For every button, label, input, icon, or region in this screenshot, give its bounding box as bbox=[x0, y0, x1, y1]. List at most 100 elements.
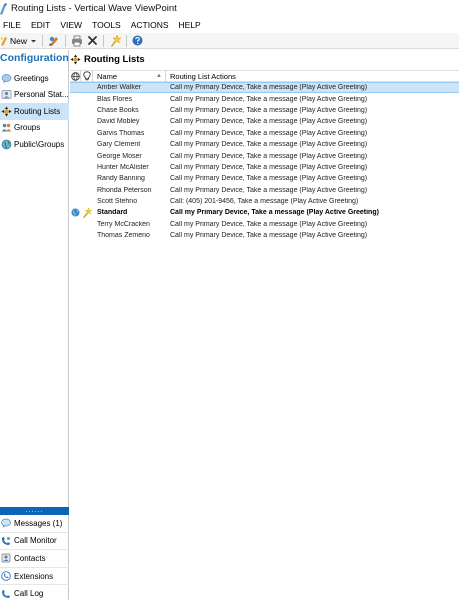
routing-list-name: Scott Stehno bbox=[97, 198, 138, 206]
routing-list-name: Gary Clement bbox=[97, 141, 141, 149]
nav-item-extensions[interactable]: Extensions bbox=[0, 568, 69, 586]
nav-item-call-monitor[interactable]: Call Monitor bbox=[0, 533, 69, 551]
routing-list-actions: Call my Primary Device, Take a message (… bbox=[170, 186, 368, 194]
toolbar: New bbox=[0, 33, 459, 49]
nav-item-label: Greetings bbox=[14, 73, 49, 83]
table-row[interactable]: Randy Banning Call my Primary Device, Tak… bbox=[70, 173, 459, 184]
nav-item-groups[interactable]: Groups bbox=[0, 120, 69, 137]
configuration-title: Configuration bbox=[0, 52, 69, 64]
personal-status-icon bbox=[1, 90, 12, 100]
nav-item-messages[interactable]: Messages (1) bbox=[0, 515, 69, 533]
table-row[interactable]: Gary Clement Call my Primary Device, Take… bbox=[70, 139, 459, 150]
routing-list-actions: Call: (405) 201-9456, Take a message (Pl… bbox=[170, 198, 359, 206]
toolbar-separator bbox=[65, 34, 67, 47]
routing-list-name: Blas Flores bbox=[97, 95, 133, 103]
table-row[interactable]: Chase Books Call my Primary Device, Take … bbox=[70, 105, 459, 116]
menu-actions[interactable]: ACTIONS bbox=[127, 18, 173, 33]
nav-item-label: Call Log bbox=[14, 589, 44, 599]
menu-tools[interactable]: TOOLS bbox=[88, 18, 125, 33]
menu-view[interactable]: VIEW bbox=[56, 18, 86, 33]
sort-ascending-icon: ▲ bbox=[156, 73, 162, 79]
nav-item-personal-status[interactable]: Personal Stat... bbox=[0, 87, 69, 104]
menu-bar: FILE EDIT VIEW TOOLS ACTIONS HELP bbox=[0, 18, 459, 33]
routing-list-actions: Call my Primary Device, Take a message (… bbox=[170, 220, 368, 228]
edit-pencil-icon bbox=[49, 36, 59, 46]
routing-list-name: Randy Banning bbox=[97, 175, 145, 183]
nav-item-public-groups[interactable]: Public\Groups bbox=[0, 136, 69, 153]
routing-list-name: Thomas Zemeno bbox=[97, 232, 150, 240]
nav-item-routing-lists[interactable]: Routing Lists bbox=[0, 103, 69, 120]
globe-icon bbox=[70, 71, 80, 81]
routing-list-name: Chase Books bbox=[97, 106, 139, 114]
active-cell bbox=[81, 207, 93, 218]
wand-star-icon bbox=[111, 34, 122, 47]
routing-list-actions: Call my Primary Device, Take a message (… bbox=[170, 175, 368, 183]
app-icon bbox=[0, 2, 7, 15]
call-log-icon bbox=[2, 589, 10, 598]
table-row[interactable]: Hunter McAlister Call my Primary Device, … bbox=[70, 162, 459, 173]
table-row[interactable]: Thomas Zemeno Call my Primary Device, Tak… bbox=[70, 230, 459, 241]
table-row[interactable]: Amber Walker Call my Primary Device, Take… bbox=[70, 82, 459, 94]
delete-x-icon bbox=[88, 36, 97, 45]
menu-help[interactable]: HELP bbox=[175, 18, 205, 33]
column-header-active[interactable] bbox=[81, 70, 93, 82]
delete-button[interactable] bbox=[85, 34, 100, 48]
routing-lists-icon bbox=[1, 106, 12, 117]
page-title-text: Routing Lists bbox=[84, 53, 145, 65]
nav-item-contacts[interactable]: Contacts bbox=[0, 550, 69, 568]
routing-list-actions: Call my Primary Device, Take a message (… bbox=[170, 106, 368, 114]
routing-list-name: Standard bbox=[97, 209, 128, 217]
main-content-pane: Routing Lists Name ▲ Routing List Action… bbox=[70, 50, 459, 600]
active-star-icon bbox=[83, 207, 92, 218]
table-row[interactable]: Garvis Thomas Call my Primary Device, Tak… bbox=[70, 128, 459, 139]
menu-file[interactable]: FILE bbox=[0, 18, 25, 33]
toolbar-separator bbox=[42, 34, 44, 47]
column-header-actions-label: Routing List Actions bbox=[170, 71, 236, 81]
column-header-name[interactable]: Name ▲ bbox=[93, 70, 166, 82]
new-button-label: New bbox=[10, 35, 28, 46]
toolbar-separator bbox=[126, 34, 128, 47]
table-row[interactable]: Standard Call my Primary Device, Take a m… bbox=[70, 207, 459, 218]
column-header-global[interactable] bbox=[70, 70, 81, 82]
print-button[interactable] bbox=[69, 34, 85, 48]
new-star-icon bbox=[0, 36, 7, 46]
messages-icon bbox=[1, 518, 11, 529]
routing-list-name: Terry McCracken bbox=[97, 220, 150, 228]
set-active-button[interactable] bbox=[107, 34, 123, 48]
globe-icon bbox=[71, 208, 80, 217]
table-row[interactable]: Rhonda Peterson Call my Primary Device, T… bbox=[70, 185, 459, 196]
routing-lists-table: Name ▲ Routing List Actions Amber Walker… bbox=[70, 70, 459, 241]
routing-list-actions: Call my Primary Device, Take a message (… bbox=[170, 163, 368, 171]
menu-edit[interactable]: EDIT bbox=[27, 18, 54, 33]
help-button[interactable] bbox=[130, 34, 145, 48]
table-row[interactable]: Scott Stehno Call: (405) 201-9456, Take a… bbox=[70, 196, 459, 207]
routing-list-actions: Call my Primary Device, Take a message (… bbox=[170, 129, 368, 137]
routing-list-name: Garvis Thomas bbox=[97, 129, 145, 137]
column-header-name-label: Name bbox=[97, 71, 118, 81]
routing-list-actions: Call my Primary Device, Take a message (… bbox=[170, 84, 368, 92]
routing-list-name: Rhonda Peterson bbox=[97, 186, 152, 194]
extensions-icon bbox=[1, 571, 11, 581]
column-header-actions[interactable]: Routing List Actions bbox=[166, 70, 459, 82]
table-row[interactable]: David Mobley Call my Primary Device, Take… bbox=[70, 116, 459, 127]
window-title: Routing Lists - Vertical Wave ViewPoint bbox=[11, 3, 177, 14]
contacts-icon bbox=[1, 554, 11, 563]
routing-list-actions: Call my Primary Device, Take a message (… bbox=[170, 209, 379, 217]
table-row[interactable]: Blas Flores Call my Primary Device, Take … bbox=[70, 93, 459, 104]
global-cell bbox=[70, 208, 81, 217]
nav-item-greetings[interactable]: Greetings bbox=[0, 70, 69, 87]
new-button[interactable]: New bbox=[0, 34, 39, 48]
pane-resize-grip[interactable]: ...... bbox=[0, 507, 69, 515]
table-body: Amber Walker Call my Primary Device, Take… bbox=[70, 82, 459, 241]
routing-list-name: George Moser bbox=[97, 152, 142, 160]
nav-item-label: Extensions bbox=[14, 571, 54, 581]
edit-button[interactable] bbox=[46, 34, 62, 48]
groups-icon bbox=[1, 124, 12, 132]
nav-item-call-log[interactable]: Call Log bbox=[0, 585, 69, 600]
greetings-icon bbox=[1, 73, 12, 84]
routing-list-actions: Call my Primary Device, Take a message (… bbox=[170, 118, 368, 126]
nav-item-label: Contacts bbox=[14, 553, 46, 563]
table-row[interactable]: George Moser Call my Primary Device, Take… bbox=[70, 150, 459, 161]
table-row[interactable]: Terry McCracken Call my Primary Device, T… bbox=[70, 219, 459, 230]
routing-list-name: Hunter McAlister bbox=[97, 163, 149, 171]
